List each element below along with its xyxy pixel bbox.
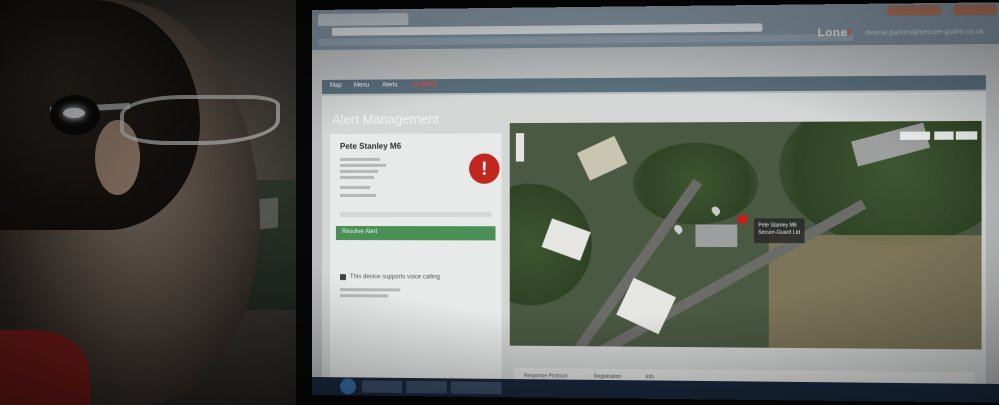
detail-line [340, 186, 370, 189]
detail-line [340, 176, 374, 179]
glasses [120, 95, 280, 145]
browser-chrome: Loner dewna.parkes@secure-guard.co.uk [312, 2, 999, 50]
map-tooltip-company: Secure-Guard Ltd [758, 230, 800, 237]
detail-line [340, 164, 386, 167]
detail-line [340, 194, 376, 197]
taskbar-app[interactable] [451, 381, 502, 394]
page-title: Alert Management [332, 111, 439, 127]
headset-light [63, 108, 85, 118]
monitor-screen: Loner dewna.parkes@secure-guard.co.uk Ma… [312, 2, 999, 403]
url-bar[interactable] [332, 23, 762, 35]
scene: Loner dewna.parkes@secure-guard.co.uk Ma… [0, 0, 999, 405]
nav-item-map[interactable]: Map [330, 83, 342, 89]
map-zoom-control[interactable] [516, 133, 524, 161]
map-tooltip-name: Pete Stanley M6 [758, 223, 797, 230]
map-building [695, 224, 737, 247]
map-pin-icon[interactable] [672, 223, 684, 235]
detail-line [340, 294, 388, 297]
top-right-button[interactable] [887, 5, 940, 16]
map-marker-tooltip: Pete Stanley M6 Secure-Guard Ltd [754, 218, 805, 243]
detail-line [340, 158, 380, 161]
top-right-button-2[interactable] [954, 4, 997, 15]
header-brand-area: Loner dewna.parkes@secure-guard.co.uk [818, 25, 984, 39]
nav-alert-indicator[interactable]: ALERTS [412, 82, 436, 88]
alert-notes-field[interactable] [340, 212, 491, 217]
detail-line [340, 288, 400, 291]
nav-item-alerts[interactable]: Alerts [382, 82, 397, 88]
user-email[interactable]: dewna.parkes@secure-guard.co.uk [865, 28, 983, 36]
detail-line [340, 170, 378, 173]
map-building [577, 136, 627, 181]
map-type-button[interactable] [934, 131, 953, 139]
voice-call-text: This device supports voice calling [350, 274, 440, 280]
resolve-alert-label: Resolve Alert [342, 229, 377, 235]
alert-map-marker-icon[interactable] [737, 214, 747, 224]
brand-logo: Loner [818, 27, 853, 40]
resolve-alert-button[interactable]: Resolve Alert [336, 226, 496, 240]
nav-item-menu[interactable]: Menu [354, 83, 369, 89]
alert-person-name: Pete Stanley M6 [340, 142, 401, 151]
alert-detail-panel: Pete Stanley M6 ! Resolve Alert This dev… [330, 133, 502, 386]
app-page: Alert Management Pete Stanley M6 ! Resol… [322, 92, 986, 403]
start-button-icon[interactable] [340, 378, 356, 394]
map-type-button[interactable] [956, 131, 978, 139]
bookmarks-bar [318, 34, 853, 46]
satellite-map[interactable]: Pete Stanley M6 Secure-Guard Ltd [510, 121, 982, 350]
map-field [769, 235, 982, 350]
app-navbar: Map Menu Alerts ALERTS [322, 75, 986, 94]
taskbar-app[interactable] [406, 381, 446, 394]
phone-icon [340, 274, 346, 280]
exclamation-icon: ! [469, 153, 500, 183]
taskbar-app[interactable] [362, 381, 402, 393]
browser-tab[interactable] [318, 13, 408, 26]
map-type-button[interactable] [900, 132, 930, 140]
